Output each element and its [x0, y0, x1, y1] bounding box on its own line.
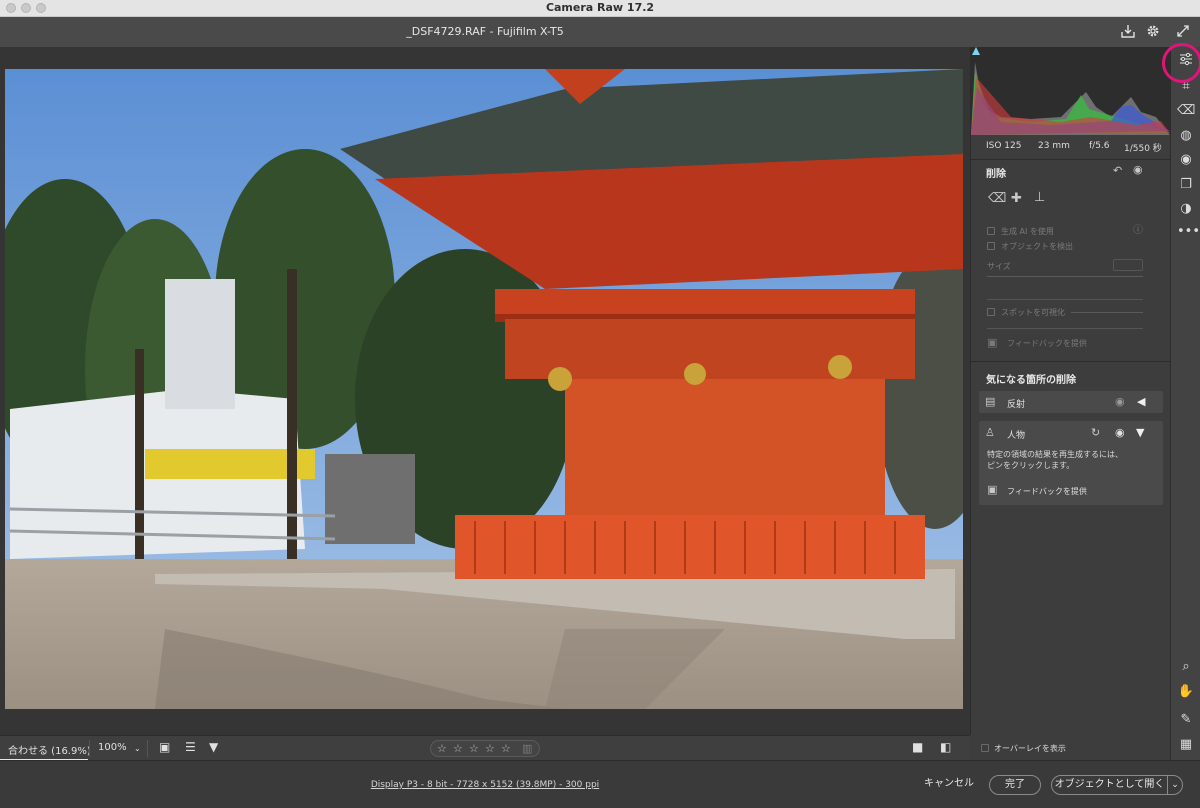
- filmstrip-icon[interactable]: ▣: [159, 740, 170, 754]
- open-object-button[interactable]: オブジェクトとして開く: [1051, 775, 1168, 795]
- cancel-button[interactable]: キャンセル: [918, 775, 980, 795]
- more-icon[interactable]: •••: [1177, 223, 1200, 241]
- crop-icon[interactable]: ⌗: [1177, 78, 1195, 96]
- hand-icon[interactable]: ✋: [1177, 683, 1195, 701]
- exif-aperture: f/5.6: [1089, 141, 1110, 151]
- divider: [987, 299, 1143, 300]
- exif-bar: ISO 125 23 mm f/5.6 1/550 秒: [971, 137, 1170, 157]
- edit-sliders-icon[interactable]: [1177, 51, 1195, 69]
- reset-icon[interactable]: ↶: [1113, 165, 1122, 177]
- fullscreen-icon[interactable]: [1174, 23, 1192, 41]
- remove-section-title: 削除: [986, 169, 1006, 180]
- size-slider[interactable]: [987, 276, 1143, 277]
- people-hint-line1: 特定の領域の結果を再生成するには、: [987, 450, 1123, 459]
- divider: [971, 159, 1170, 160]
- fit-zoom-button[interactable]: 合わせる (16.9%): [8, 742, 91, 757]
- people-hint-line2: ピンをクリックします。: [987, 461, 1075, 470]
- reflection-icon: ▤: [985, 395, 996, 408]
- single-view-icon[interactable]: ■: [912, 740, 923, 754]
- save-icon[interactable]: [1119, 23, 1137, 41]
- exif-focal-length: 23 mm: [1038, 141, 1070, 151]
- visualize-spots-label: スポットを可視化: [1001, 308, 1065, 317]
- red-eye-icon[interactable]: ◉: [1177, 151, 1195, 169]
- detect-objects-label: オブジェクトを検出: [1001, 242, 1073, 251]
- distraction-removal-title: 気になる箇所の削除: [986, 375, 1076, 386]
- star-2-icon[interactable]: ☆: [453, 742, 463, 755]
- people-hint: 特定の領域の結果を再生成するには、 ピンをクリックします。: [987, 449, 1123, 471]
- masking-icon[interactable]: ◍: [1177, 127, 1195, 145]
- settings-gear-icon[interactable]: [1144, 23, 1162, 41]
- before-after-icon[interactable]: ◧: [940, 740, 951, 754]
- reflection-label: 反射: [1007, 400, 1026, 410]
- divider: [147, 740, 148, 757]
- color-sampler-icon[interactable]: ✎: [1177, 711, 1195, 729]
- star-1-icon[interactable]: ☆: [437, 742, 447, 755]
- file-name: _DSF4729.RAF - Fujifilm X-T5: [406, 25, 564, 38]
- star-3-icon[interactable]: ☆: [469, 742, 479, 755]
- visualize-spots-slider[interactable]: [1071, 312, 1143, 313]
- regenerate-icon[interactable]: ↻: [1091, 427, 1100, 439]
- clone-stamp-icon[interactable]: ⊥: [1034, 191, 1045, 204]
- histogram: [971, 47, 1170, 135]
- overlay-checkbox[interactable]: [981, 744, 989, 752]
- gen-ai-checkbox[interactable]: [987, 227, 995, 235]
- window-title: Camera Raw 17.2: [545, 1, 655, 14]
- trash-icon[interactable]: ▥: [522, 742, 532, 755]
- visibility-eye-icon[interactable]: ◉: [1133, 164, 1143, 176]
- healing-bandage-icon[interactable]: ✚: [1011, 192, 1022, 205]
- tool-strip: ⌗ ⌫ ◍ ◉ ❐ ◑ ••• ⌕ ✋ ✎ ▦: [1162, 43, 1200, 760]
- footer: Display P3 - 8 bit - 7728 x 5152 (39.8MP…: [0, 760, 1200, 808]
- grid-icon[interactable]: ▦: [1177, 736, 1195, 754]
- exif-shutter: 1/550 秒: [1124, 144, 1162, 154]
- filter-icon[interactable]: ▼: [209, 740, 218, 754]
- divider: [987, 328, 1143, 329]
- snapshots-icon[interactable]: ❐: [1177, 176, 1195, 194]
- sort-icon[interactable]: ☰: [185, 740, 196, 754]
- person-icon: ♙: [985, 426, 995, 439]
- camera-raw-window: Camera Raw 17.2 _DSF4729.RAF - Fujifilm …: [0, 0, 1200, 808]
- people-row[interactable]: ♙ 人物 ↻ ◉ ▼ 特定の領域の結果を再生成するには、 ピンをクリックします。…: [979, 421, 1163, 505]
- gen-ai-label: 生成 AI を使用: [1001, 227, 1054, 236]
- visualize-spots-checkbox[interactable]: [987, 308, 995, 316]
- zoom-100-button[interactable]: 100%: [98, 742, 127, 753]
- document-header: _DSF4729.RAF - Fujifilm X-T5: [0, 17, 1200, 47]
- feedback-icon[interactable]: ▣: [987, 337, 997, 349]
- overlay-label: オーバーレイを表示: [994, 744, 1066, 753]
- photo-preview[interactable]: [5, 69, 963, 709]
- image-canvas[interactable]: [0, 47, 970, 735]
- zoom-dropdown-icon[interactable]: ⌄: [134, 744, 141, 753]
- presets-icon[interactable]: ◑: [1177, 200, 1195, 218]
- remove-eraser-icon[interactable]: ⌫: [1177, 102, 1195, 120]
- feedback-icon[interactable]: ▣: [987, 484, 997, 496]
- collapse-arrow-icon[interactable]: ▼: [1136, 427, 1144, 439]
- expand-arrow-icon[interactable]: ◀: [1137, 396, 1145, 408]
- people-feedback-link[interactable]: フィードバックを提供: [1007, 486, 1087, 497]
- overlay-row: オーバーレイを表示: [970, 735, 1170, 760]
- workflow-options-link[interactable]: Display P3 - 8 bit - 7728 x 5152 (39.8MP…: [0, 780, 970, 790]
- edit-panel: ISO 125 23 mm f/5.6 1/550 秒 削除 ↶ ◉ ⌫ ✚ ⊥…: [970, 47, 1170, 760]
- size-label: サイズ: [987, 262, 1011, 271]
- exif-iso: ISO 125: [986, 141, 1022, 151]
- zoom-icon[interactable]: ⌕: [1177, 658, 1195, 676]
- people-visibility-icon[interactable]: ◉: [1115, 427, 1125, 439]
- window-title-bar: Camera Raw 17.2: [0, 0, 1200, 17]
- info-icon[interactable]: ⓘ: [1133, 225, 1143, 237]
- open-options-dropdown-icon[interactable]: ⌄: [1167, 775, 1183, 795]
- done-button[interactable]: 完了: [989, 775, 1041, 795]
- divider: [89, 740, 90, 757]
- remove-feedback-link[interactable]: フィードバックを提供: [1007, 338, 1087, 349]
- size-value-field[interactable]: [1113, 259, 1143, 271]
- people-label: 人物: [1007, 431, 1026, 441]
- star-5-icon[interactable]: ☆: [501, 742, 511, 755]
- star-rating[interactable]: ☆ ☆ ☆ ☆ ☆ ▥: [430, 740, 540, 757]
- star-4-icon[interactable]: ☆: [485, 742, 495, 755]
- reflection-visibility-icon[interactable]: ◉: [1115, 396, 1125, 408]
- remove-brush-icon[interactable]: ⌫: [988, 192, 1006, 205]
- bottom-toolbar: 合わせる (16.9%) 100% ⌄ ▣ ☰ ▼ ☆ ☆ ☆ ☆ ☆ ▥ ■ …: [0, 735, 970, 761]
- shadow-clipping-indicator: [972, 47, 980, 55]
- divider: [971, 361, 1170, 362]
- detect-objects-checkbox[interactable]: [987, 242, 995, 250]
- reflection-row[interactable]: ▤ 反射 ◉ ◀: [979, 391, 1163, 413]
